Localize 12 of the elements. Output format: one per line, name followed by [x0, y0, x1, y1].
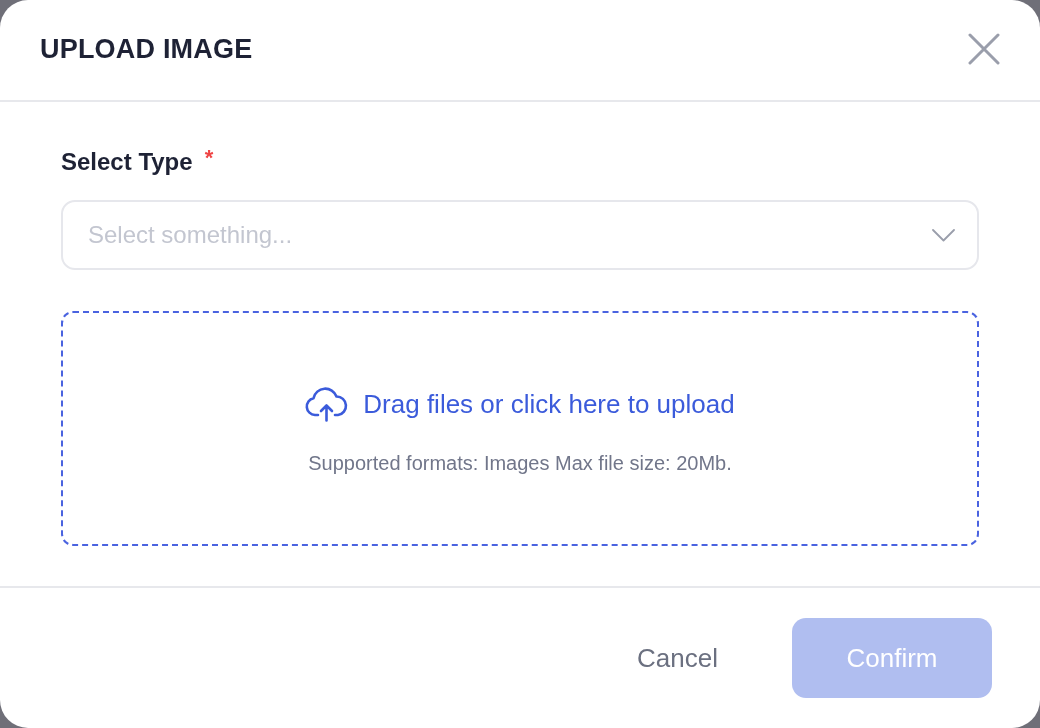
select-placeholder: Select something...	[88, 221, 293, 249]
upload-dropzone[interactable]: Drag files or click here to upload Supported formats: Images Max file size: 20Mb.	[61, 311, 979, 546]
chevron-down-icon	[932, 228, 955, 242]
cancel-button[interactable]: Cancel	[621, 618, 734, 698]
close-button[interactable]	[968, 33, 1000, 65]
upload-link[interactable]: Drag files or click here to upload	[363, 388, 735, 420]
required-mark: *	[204, 145, 214, 171]
field-label: Select Type	[61, 148, 193, 176]
dialog-title: UPLOAD IMAGE	[40, 33, 253, 65]
close-icon	[968, 33, 1000, 65]
cloud-upload-icon	[305, 386, 349, 422]
format-hint: Supported formats: Images Max file size: 20Mb.	[308, 452, 732, 475]
